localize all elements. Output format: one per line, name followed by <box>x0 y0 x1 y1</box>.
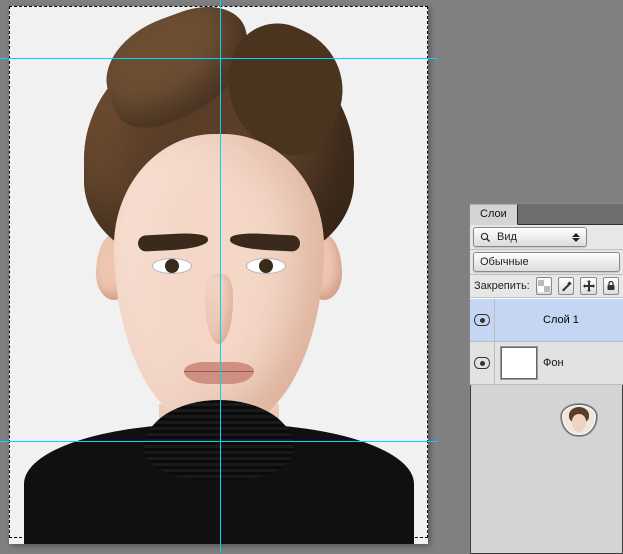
workspace: Слои Вид Обычные Закрепить: <box>0 0 623 553</box>
layer-name[interactable]: Слой 1 <box>543 314 579 326</box>
transparency-icon <box>538 280 550 292</box>
layers-panel: Слои Вид Обычные Закрепить: <box>469 203 623 554</box>
guide-horizontal[interactable] <box>0 441 438 442</box>
document[interactable] <box>9 6 428 544</box>
visibility-toggle[interactable] <box>470 299 495 341</box>
photo-subject <box>54 34 384 544</box>
document-content <box>9 6 428 544</box>
tab-layers[interactable]: Слои <box>470 204 518 225</box>
panel-tabbar: Слои <box>470 204 623 225</box>
layer-filter-row: Вид <box>470 225 623 250</box>
lock-icon <box>606 281 616 291</box>
stepper-arrows-icon <box>572 233 580 242</box>
layer-filter-label: Вид <box>497 231 517 243</box>
canvas-area[interactable] <box>0 0 438 553</box>
lock-transparency-button[interactable] <box>536 277 552 295</box>
lock-label: Закрепить: <box>474 280 530 292</box>
layer-thumbnail[interactable] <box>501 347 537 379</box>
eye-icon <box>474 314 490 326</box>
layer-list: Слой 1 Фон <box>470 298 623 385</box>
guide-horizontal[interactable] <box>0 58 438 59</box>
eye-icon <box>474 357 490 369</box>
lock-row: Закрепить: <box>470 275 623 298</box>
layer-name[interactable]: Фон <box>543 357 564 369</box>
brush-icon <box>560 280 572 292</box>
blend-mode-select[interactable]: Обычные <box>473 252 620 272</box>
layer-row[interactable]: Фон <box>470 342 623 385</box>
layer-thumbnail[interactable] <box>561 404 597 436</box>
blend-mode-row: Обычные <box>470 250 623 275</box>
search-icon <box>480 232 491 243</box>
visibility-toggle[interactable] <box>470 342 495 384</box>
layer-row[interactable]: Слой 1 <box>470 299 623 342</box>
lock-paint-button[interactable] <box>558 277 574 295</box>
layer-filter-select[interactable]: Вид <box>473 227 587 247</box>
guide-vertical[interactable] <box>220 0 221 553</box>
blend-mode-label: Обычные <box>480 256 529 268</box>
lock-all-button[interactable] <box>603 277 619 295</box>
move-icon <box>583 280 595 292</box>
lock-position-button[interactable] <box>580 277 596 295</box>
